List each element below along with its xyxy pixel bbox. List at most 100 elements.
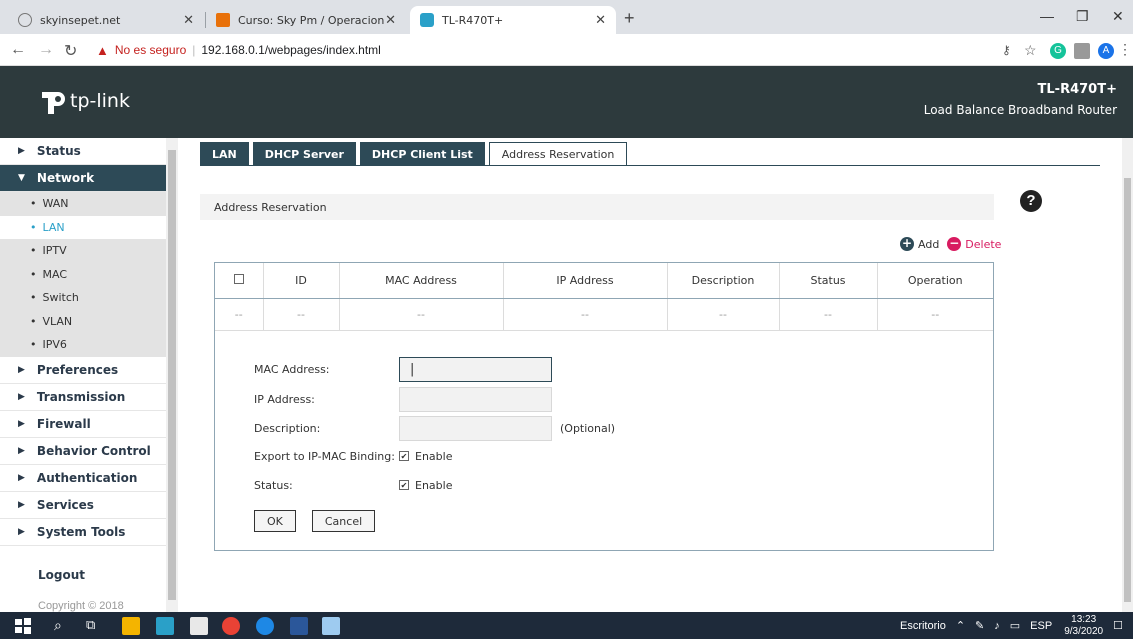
export-label: Export to IP-MAC Binding:	[254, 449, 395, 463]
select-all-checkbox[interactable]	[233, 273, 244, 284]
sidebar-item-behavior-control[interactable]: ▶ Behavior Control	[0, 438, 166, 465]
tplink-favicon-icon	[420, 13, 434, 27]
browser-tab-3[interactable]: TL-R470T+ ✕	[410, 6, 616, 34]
pen-icon[interactable]: ✎	[975, 619, 984, 632]
paint-icon[interactable]	[322, 617, 340, 635]
sidebar-item-network[interactable]: ▼ Network	[0, 165, 166, 192]
back-icon[interactable]: ←	[10, 41, 26, 59]
network-icon[interactable]: ▭	[1010, 619, 1020, 632]
sidebar-sub-lan[interactable]: • LAN	[0, 215, 166, 239]
sidebar-item-preferences[interactable]: ▶ Preferences	[0, 357, 166, 384]
sidebar-item-authentication[interactable]: ▶ Authentication	[0, 465, 166, 492]
reload-icon[interactable]: ↻	[64, 41, 77, 61]
sidebar-item-label: Status	[36, 144, 81, 158]
file-explorer-icon[interactable]	[122, 617, 140, 635]
mac-address-input[interactable]	[399, 356, 552, 382]
sidebar-sub-wan[interactable]: • WAN	[0, 192, 166, 216]
star-icon[interactable]: ☆	[1024, 42, 1037, 59]
sidebar-item-label: Network	[36, 171, 95, 185]
tab-underline	[200, 165, 1100, 166]
close-icon[interactable]: ✕	[595, 13, 606, 28]
sidebar-item-label: Authentication	[36, 470, 138, 485]
cancel-button[interactable]: Cancel	[311, 510, 376, 532]
caret-down-icon: ▼	[18, 173, 25, 183]
sidebar-item-services[interactable]: ▶ Services	[0, 492, 166, 519]
caret-right-icon: ▶	[18, 472, 25, 483]
chrome-icon[interactable]	[222, 617, 240, 635]
language-label[interactable]: ESP	[1030, 620, 1052, 632]
chevron-up-icon[interactable]: ⌃	[956, 619, 965, 632]
description-input[interactable]	[399, 415, 552, 441]
model-info: TL-R470T+ Load Balance Broadband Router	[924, 82, 1117, 117]
desktop-label[interactable]: Escritorio	[900, 620, 946, 632]
profile-avatar[interactable]: A	[1098, 43, 1114, 59]
warning-icon: ▲	[96, 42, 109, 58]
browser-tab-title: Curso: Sky Pm / Operacion	[238, 13, 385, 27]
status-enable-checkbox[interactable]: ✔ Enable	[399, 479, 452, 492]
clock[interactable]: 13:23 9/3/2020	[1064, 614, 1103, 638]
table-cell: --	[877, 298, 993, 331]
export-enable-checkbox[interactable]: ✔ Enable	[399, 450, 452, 463]
sidebar-item-system-tools[interactable]: ▶ System Tools	[0, 519, 166, 546]
bullet-icon: •	[30, 338, 37, 352]
sidebar-sub-iptv[interactable]: • IPTV	[0, 239, 166, 263]
ip-address-input[interactable]	[399, 386, 552, 412]
tab-dhcp-server[interactable]: DHCP Server	[252, 142, 356, 166]
new-tab-icon[interactable]: +	[624, 8, 635, 29]
tab-dhcp-client-list[interactable]: DHCP Client List	[359, 142, 485, 166]
browser-tab-2[interactable]: Curso: Sky Pm / Operacion ✕	[206, 6, 406, 34]
sidebar-scrollbar[interactable]	[166, 138, 178, 612]
table-row: -- -- -- -- -- -- --	[215, 298, 993, 331]
menu-icon[interactable]: ⋮	[1118, 41, 1132, 58]
grammarly-icon[interactable]: G	[1050, 43, 1066, 59]
forward-icon[interactable]: →	[38, 41, 54, 59]
sidebar-sub-label: LAN	[42, 220, 65, 234]
app-icon[interactable]	[156, 617, 174, 635]
sidebar-sub-mac[interactable]: • MAC	[0, 262, 166, 286]
edge-icon[interactable]	[256, 617, 274, 635]
windows-start-icon[interactable]	[14, 617, 32, 635]
tab-lan[interactable]: LAN	[200, 142, 249, 166]
caret-right-icon: ▶	[18, 364, 25, 375]
sidebar-sub-vlan[interactable]: • VLAN	[0, 309, 166, 333]
logout-link[interactable]: Logout	[38, 568, 85, 582]
browser-tab-1[interactable]: skyinsepet.net ✕	[8, 6, 204, 34]
word-icon[interactable]	[290, 617, 308, 635]
delete-button[interactable]: − Delete	[947, 237, 1001, 251]
pdf-extension-icon[interactable]	[1074, 43, 1090, 59]
sidebar-sub-label: MAC	[42, 267, 68, 281]
task-view-icon[interactable]: ⧉	[86, 617, 104, 635]
key-icon[interactable]: ⚷	[1002, 43, 1011, 57]
help-icon[interactable]: ?	[1020, 190, 1042, 212]
notification-icon[interactable]: ☐	[1113, 619, 1123, 632]
search-icon[interactable]: ⌕	[54, 617, 72, 635]
store-icon[interactable]	[190, 617, 208, 635]
browser-tab-title: TL-R470T+	[442, 13, 504, 27]
column-header-description: Description	[667, 263, 780, 299]
sidebar-sub-ipv6[interactable]: • IPV6	[0, 333, 166, 357]
ok-button[interactable]: OK	[254, 510, 296, 532]
close-icon[interactable]: ✕	[385, 13, 396, 28]
minimize-icon[interactable]: —	[1040, 8, 1054, 24]
main-scrollbar[interactable]	[1122, 138, 1133, 612]
add-button[interactable]: + Add	[900, 237, 939, 251]
sidebar-sub-switch[interactable]: • Switch	[0, 286, 166, 310]
restore-icon[interactable]: ❐	[1076, 8, 1089, 25]
copyright-text: Copyright © 2018	[38, 600, 124, 612]
caret-right-icon: ▶	[18, 391, 25, 402]
sidebar-sub-label: VLAN	[42, 314, 73, 328]
table-actions: + Add − Delete	[892, 237, 1001, 251]
sidebar-item-firewall[interactable]: ▶ Firewall	[0, 411, 166, 438]
bullet-icon: •	[30, 314, 37, 328]
url-field[interactable]: ▲ No es seguro | 192.168.0.1/webpages/in…	[96, 39, 996, 61]
security-label[interactable]: No es seguro	[115, 43, 186, 57]
sidebar-item-transmission[interactable]: ▶ Transmission	[0, 384, 166, 411]
scrollbar-thumb[interactable]	[1124, 178, 1131, 602]
close-window-icon[interactable]: ✕	[1112, 8, 1124, 25]
tab-address-reservation[interactable]: Address Reservation	[488, 142, 628, 166]
sidebar-item-status[interactable]: ▶ Status	[0, 138, 166, 165]
close-icon[interactable]: ✕	[183, 13, 194, 28]
speaker-icon[interactable]: ♪	[994, 620, 1000, 632]
scrollbar-thumb[interactable]	[168, 150, 176, 600]
ip-row: IP Address:	[254, 386, 552, 412]
